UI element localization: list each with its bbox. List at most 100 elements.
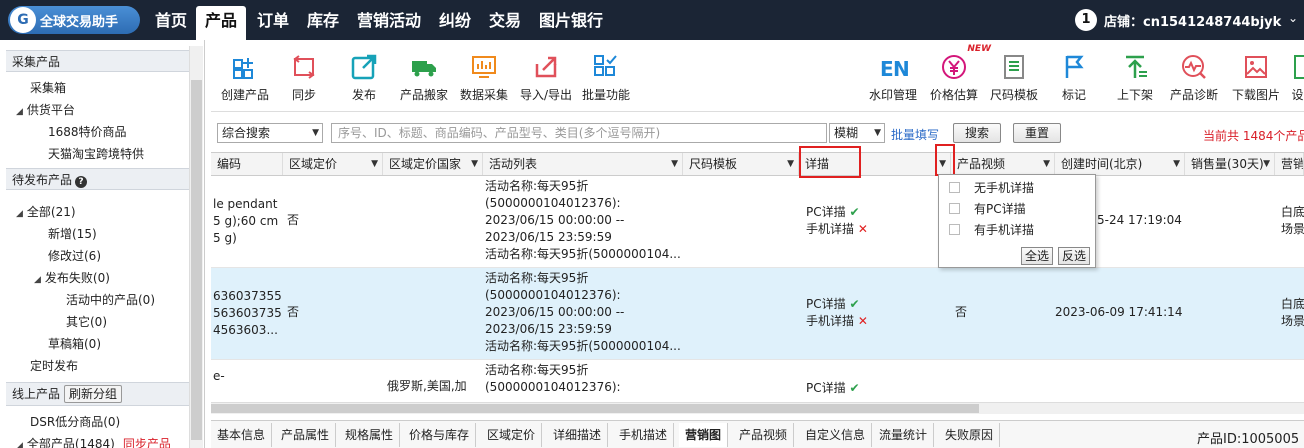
tab-mobile-desc[interactable]: 手机描述 [613,423,675,447]
search-type-select[interactable]: 综合搜索 ▼ [217,123,323,143]
tab-failure-reason[interactable]: 失败原因 [939,423,1001,447]
column-header-marketing[interactable]: 营销 [1275,153,1304,175]
grid-horizontal-scrollbar[interactable] [211,402,1304,414]
nav-tab-inventory[interactable]: 库存 [298,6,348,40]
sidebar-item-drafts[interactable]: 草稿箱(0) [48,334,101,354]
sidebar-item-in-activity[interactable]: 活动中的产品(0) [66,290,155,310]
checkbox[interactable] [949,182,960,193]
nav-tab-home[interactable]: 首页 [146,6,196,40]
sidebar-item-new[interactable]: 新增(15) [48,224,97,244]
size-template-button[interactable]: 尺码模板 [987,52,1041,103]
sidebar-section-collect[interactable]: 采集产品 [6,50,189,72]
expand-triangle-icon[interactable]: ◢ [34,270,41,290]
filter-arrow-icon[interactable]: ▼ [1173,153,1180,175]
filter-arrow-icon[interactable]: ▼ [671,153,678,175]
import-export-button[interactable]: 导入/导出 [515,52,577,103]
nav-tab-orders[interactable]: 订单 [248,6,298,40]
tab-marketing-image[interactable]: 营销图 [679,423,729,447]
nav-tab-disputes[interactable]: 纠纷 [430,6,480,40]
column-header-sales[interactable]: 销售量(30天) ▼ [1185,153,1275,175]
nav-tab-trade[interactable]: 交易 [480,6,530,40]
table-row[interactable]: 636037355 563603735 4563603... 否 活动名称:每天… [211,268,1304,360]
filter-arrow-icon[interactable]: ▼ [787,153,794,175]
tab-traffic-stats[interactable]: 流量统计 [873,423,935,447]
sidebar-item-failed[interactable]: ◢ 发布失败(0) [34,268,110,288]
filter-arrow-icon[interactable]: ▼ [471,153,478,175]
checkbox[interactable] [949,203,960,214]
column-header-area-price[interactable]: 区域定价 ▼ [283,153,383,175]
shop-selector[interactable]: 店铺：cn1541248744bjyk [1104,11,1281,30]
sidebar-section-online[interactable]: 线上产品 刷新分组 [6,382,189,406]
watermark-button[interactable]: EN 水印管理 [867,52,919,103]
filter-arrow-icon[interactable]: ▼ [1043,153,1050,175]
diagnosis-button[interactable]: 产品诊断 [1167,52,1221,103]
nav-tab-marketing[interactable]: 营销活动 [348,6,430,40]
sidebar-item-scheduled[interactable]: 定时发布 [30,356,78,376]
table-row[interactable]: e- 俄罗斯,美国,加 活动名称:每天95折 (5000000104012376… [211,360,1304,402]
column-header-code[interactable]: 编码 [211,153,283,175]
app-logo[interactable]: G 全球交易助手 [8,6,140,34]
scrollbar-thumb[interactable] [211,404,979,413]
filter-option-has-pc[interactable]: 有PC详描 [949,200,1026,218]
help-icon[interactable]: ? [75,176,88,188]
search-input[interactable]: 序号、ID、标题、商品编码、产品型号、类目(多个逗号隔开) [331,123,827,143]
tab-product-attributes[interactable]: 产品属性 [275,423,337,447]
search-button[interactable]: 搜索 [953,123,1001,143]
sidebar-item-other[interactable]: 其它(0) [66,312,107,332]
expand-triangle-icon[interactable]: ◢ [16,436,23,448]
sidebar-item-collect-box[interactable]: 采集箱 [30,78,66,98]
tab-product-video[interactable]: 产品视频 [733,423,795,447]
filter-option-no-mobile[interactable]: 无手机详描 [949,179,1034,197]
tab-spec-attributes[interactable]: 规格属性 [339,423,401,447]
sidebar-item-modified[interactable]: 修改过(6) [48,246,101,266]
shelf-button[interactable]: 上下架 [1113,52,1157,103]
column-header-size-template[interactable]: 尺码模板 ▼ [683,153,799,175]
table-row[interactable]: le pendant 5 g);60 cm 5 g) 否 活动名称:每天95折 … [211,176,1304,268]
sidebar-item-1688[interactable]: 1688特价商品 [48,122,127,142]
sidebar-item-all-products[interactable]: ◢ 全部产品(1484) 同步产品 [16,434,171,448]
column-header-area-country[interactable]: 区域定价国家 ▼ [383,153,483,175]
filter-option-has-mobile[interactable]: 有手机详描 [949,221,1034,239]
create-product-button[interactable]: 创建产品 [217,52,273,103]
product-move-button[interactable]: 产品搬家 [397,52,451,103]
match-mode-select[interactable]: 模糊 ▼ [829,123,885,143]
checkbox[interactable] [949,224,960,235]
column-header-activity[interactable]: 活动列表 ▼ [483,153,683,175]
tab-custom-info[interactable]: 自定义信息 [799,423,873,447]
sidebar-scrollbar[interactable] [189,46,203,448]
price-estimate-button[interactable]: NEW 价格估算 [927,44,991,103]
data-collect-button[interactable]: 数据采集 [457,52,511,103]
download-image-button[interactable]: 下载图片 [1229,52,1283,103]
product-grid[interactable]: le pendant 5 g);60 cm 5 g) 否 活动名称:每天95折 … [211,176,1304,402]
tab-price-stock[interactable]: 价格与库存 [403,423,477,447]
expand-triangle-icon[interactable]: ◢ [16,102,23,122]
column-header-video[interactable]: 产品视频 ▼ [951,153,1055,175]
tab-basic-info[interactable]: 基本信息 [211,423,273,447]
mark-button[interactable]: 标记 [1059,52,1089,103]
sidebar-section-pending[interactable]: 待发布产品? [6,168,189,190]
tab-detail-desc[interactable]: 详细描述 [547,423,609,447]
invert-selection-button[interactable]: 反选 [1058,247,1091,265]
settings-button[interactable]: 设 [1291,52,1304,103]
refresh-group-button[interactable]: 刷新分组 [64,385,123,403]
filter-arrow-icon[interactable]: ▼ [1263,153,1270,175]
nav-tab-image-bank[interactable]: 图片银行 [530,6,612,40]
sidebar-item-dsr-low[interactable]: DSR低分商品(0) [30,412,120,432]
column-header-created[interactable]: 创建时间(北京) ▼ [1055,153,1185,175]
chevron-down-icon[interactable]: ⌄ [1288,11,1298,25]
expand-triangle-icon[interactable]: ◢ [16,204,23,224]
bulk-fill-link[interactable]: 批量填写 [891,126,939,143]
select-all-button[interactable]: 全选 [1021,247,1054,265]
nav-tab-products[interactable]: 产品 [196,6,247,40]
batch-function-button[interactable]: 批量功能 [579,52,633,103]
sidebar-item-tmall[interactable]: 天猫淘宝跨境特供 [48,144,144,164]
publish-button[interactable]: 发布 [347,52,381,103]
sync-products-link[interactable]: 同步产品 [123,437,171,448]
sidebar-item-all[interactable]: ◢ 全部(21) [16,202,76,222]
filter-arrow-icon[interactable]: ▼ [371,153,378,175]
sync-button[interactable]: 同步 [287,52,321,103]
tab-area-price[interactable]: 区域定价 [481,423,543,447]
sidebar-item-supply-platform[interactable]: ◢ 供货平台 [16,100,75,120]
reset-button[interactable]: 重置 [1013,123,1061,143]
sidebar-scrollbar-thumb[interactable] [191,80,202,440]
